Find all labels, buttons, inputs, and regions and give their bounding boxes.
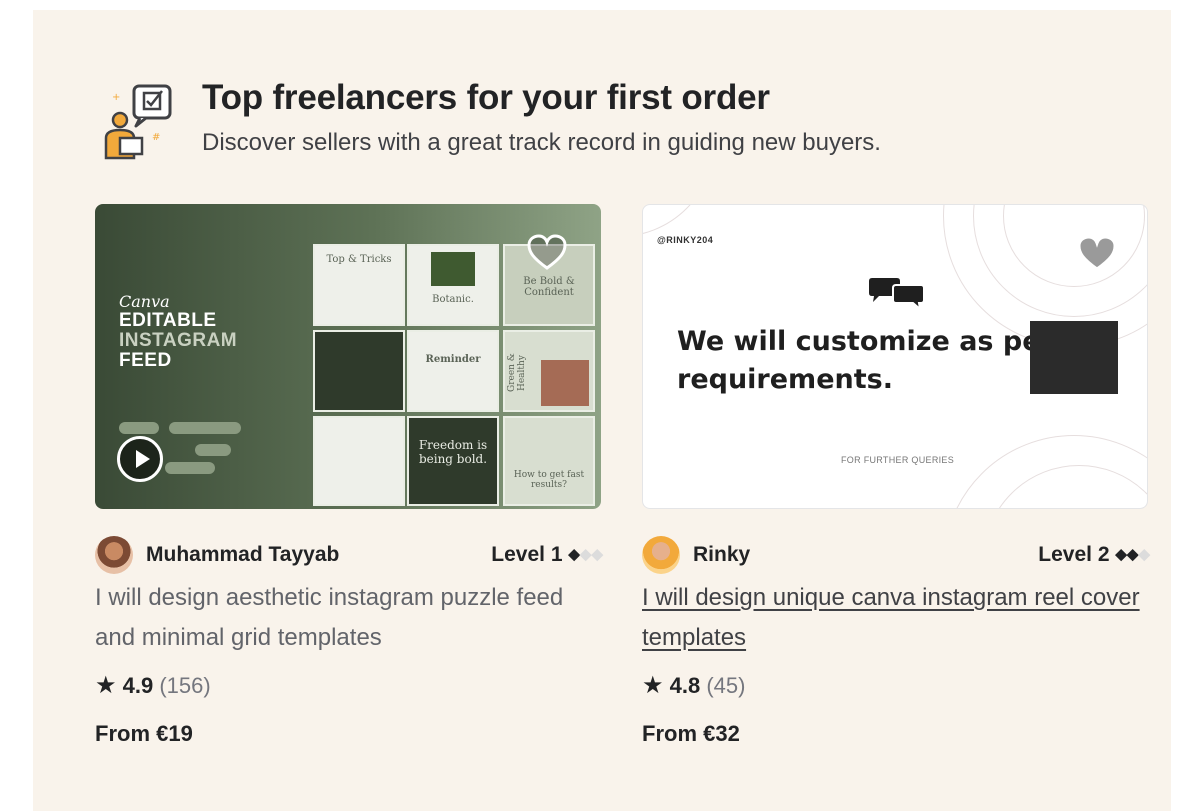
thumbnail-line-1: EDITABLE xyxy=(119,310,217,331)
seller-info: Rinky Level 2 ◆◆◆ xyxy=(642,534,1150,574)
seller-level-label: Level 1 xyxy=(491,543,563,566)
decor-rings xyxy=(643,205,715,237)
gig-rating: ★ 4.9 (156) xyxy=(95,671,603,701)
tile-text: Freedom is being bold. xyxy=(418,438,488,466)
level-diamond-icon: ◆ xyxy=(568,546,580,563)
gig-price: From €19 xyxy=(95,721,193,746)
preview-tile: Reminder xyxy=(407,330,499,412)
seller-avatar[interactable] xyxy=(642,536,680,574)
plant-image xyxy=(431,252,475,286)
preview-tile: How to get fast results? xyxy=(503,416,595,506)
svg-text:+: + xyxy=(112,92,120,103)
gig-thumbnail[interactable]: @RINKY204 We will customize as pe requir… xyxy=(642,204,1148,509)
seller-avatar[interactable] xyxy=(95,536,133,574)
pot-image xyxy=(541,360,589,406)
gig-rating: ★ 4.8 (45) xyxy=(642,671,1150,701)
decor-pill xyxy=(195,444,231,456)
review-count: (156) xyxy=(159,673,211,698)
seller-level: Level 1 ◆◆◆ xyxy=(491,543,603,567)
play-video-button[interactable] xyxy=(117,436,163,482)
thumbnail-handle: @RINKY204 xyxy=(657,235,714,245)
tile-text: Green & Healthy xyxy=(507,353,527,393)
svg-text:#: # xyxy=(152,132,160,143)
decor-pill xyxy=(169,422,241,434)
preview-tile: Top & Tricks xyxy=(313,244,405,326)
decor-pill xyxy=(165,462,215,474)
seller-level: Level 2 ◆◆◆ xyxy=(1038,543,1150,567)
gig-price: From €32 xyxy=(642,721,740,746)
preview-tile xyxy=(313,416,405,506)
section-title: Top freelancers for your first order xyxy=(202,78,770,117)
rating-score: 4.8 xyxy=(669,673,701,698)
preview-tile: Botanic. xyxy=(407,244,499,326)
gig-card[interactable]: @RINKY204 We will customize as pe requir… xyxy=(642,204,1150,747)
thumbnail-line-1: We will customize as pe xyxy=(677,326,1041,357)
seller-name[interactable]: Rinky xyxy=(693,543,750,567)
tile-text: Reminder xyxy=(425,354,481,365)
section-subtitle: Discover sellers with a great track reco… xyxy=(202,129,881,156)
seller-name[interactable]: Muhammad Tayyab xyxy=(146,543,339,567)
level-diamond-icon: ◆ xyxy=(591,546,603,563)
decor-pill xyxy=(119,422,159,434)
thumbnail-line-2: requirements. xyxy=(677,364,893,395)
preview-tile: Green & Healthy xyxy=(503,330,595,412)
seller-info: Muhammad Tayyab Level 1 ◆◆◆ xyxy=(95,534,603,574)
freelancer-checklist-icon: + # xyxy=(104,84,172,160)
preview-tile: Freedom is being bold. xyxy=(407,416,499,506)
star-icon: ★ xyxy=(95,672,117,699)
gig-thumbnail[interactable]: Canva EDITABLE INSTAGRAM FEED Top & Tric… xyxy=(95,204,601,509)
chat-bubbles-icon xyxy=(869,278,925,312)
gig-title-link[interactable]: I will design aesthetic instagram puzzle… xyxy=(95,578,603,658)
star-icon: ★ xyxy=(642,672,664,699)
tile-text: Be Bold & Confident xyxy=(523,276,575,298)
redacted-block xyxy=(1030,321,1118,394)
rating-score: 4.9 xyxy=(122,673,154,698)
gig-card[interactable]: Canva EDITABLE INSTAGRAM FEED Top & Tric… xyxy=(95,204,603,747)
review-count: (45) xyxy=(706,673,746,698)
thumbnail-line-2: INSTAGRAM xyxy=(119,330,238,351)
tile-text: Top & Tricks xyxy=(326,254,392,265)
level-diamond-icon: ◆ xyxy=(1115,546,1127,563)
thumbnail-line-3: FEED xyxy=(119,350,172,371)
favorite-heart-icon[interactable] xyxy=(1077,235,1117,273)
level-diamond-icon: ◆ xyxy=(1138,546,1150,563)
level-diamond-icon: ◆ xyxy=(579,546,592,563)
thumbnail-headline: Canva EDITABLE INSTAGRAM FEED xyxy=(119,292,237,371)
preview-tile xyxy=(313,330,405,412)
thumbnail-headline: We will customize as pe requirements. xyxy=(677,323,1041,399)
level-diamond-icon: ◆ xyxy=(1126,546,1139,563)
seller-level-label: Level 2 xyxy=(1038,543,1110,566)
gig-title-link[interactable]: I will design unique canva instagram ree… xyxy=(642,578,1150,658)
tile-text: Botanic. xyxy=(432,294,474,305)
tile-text: How to get fast results? xyxy=(513,470,585,490)
thumbnail-script-text: Canva xyxy=(119,292,170,311)
favorite-heart-icon[interactable] xyxy=(527,234,567,272)
thumbnail-queries-text: FOR FURTHER QUERIES xyxy=(841,455,955,465)
